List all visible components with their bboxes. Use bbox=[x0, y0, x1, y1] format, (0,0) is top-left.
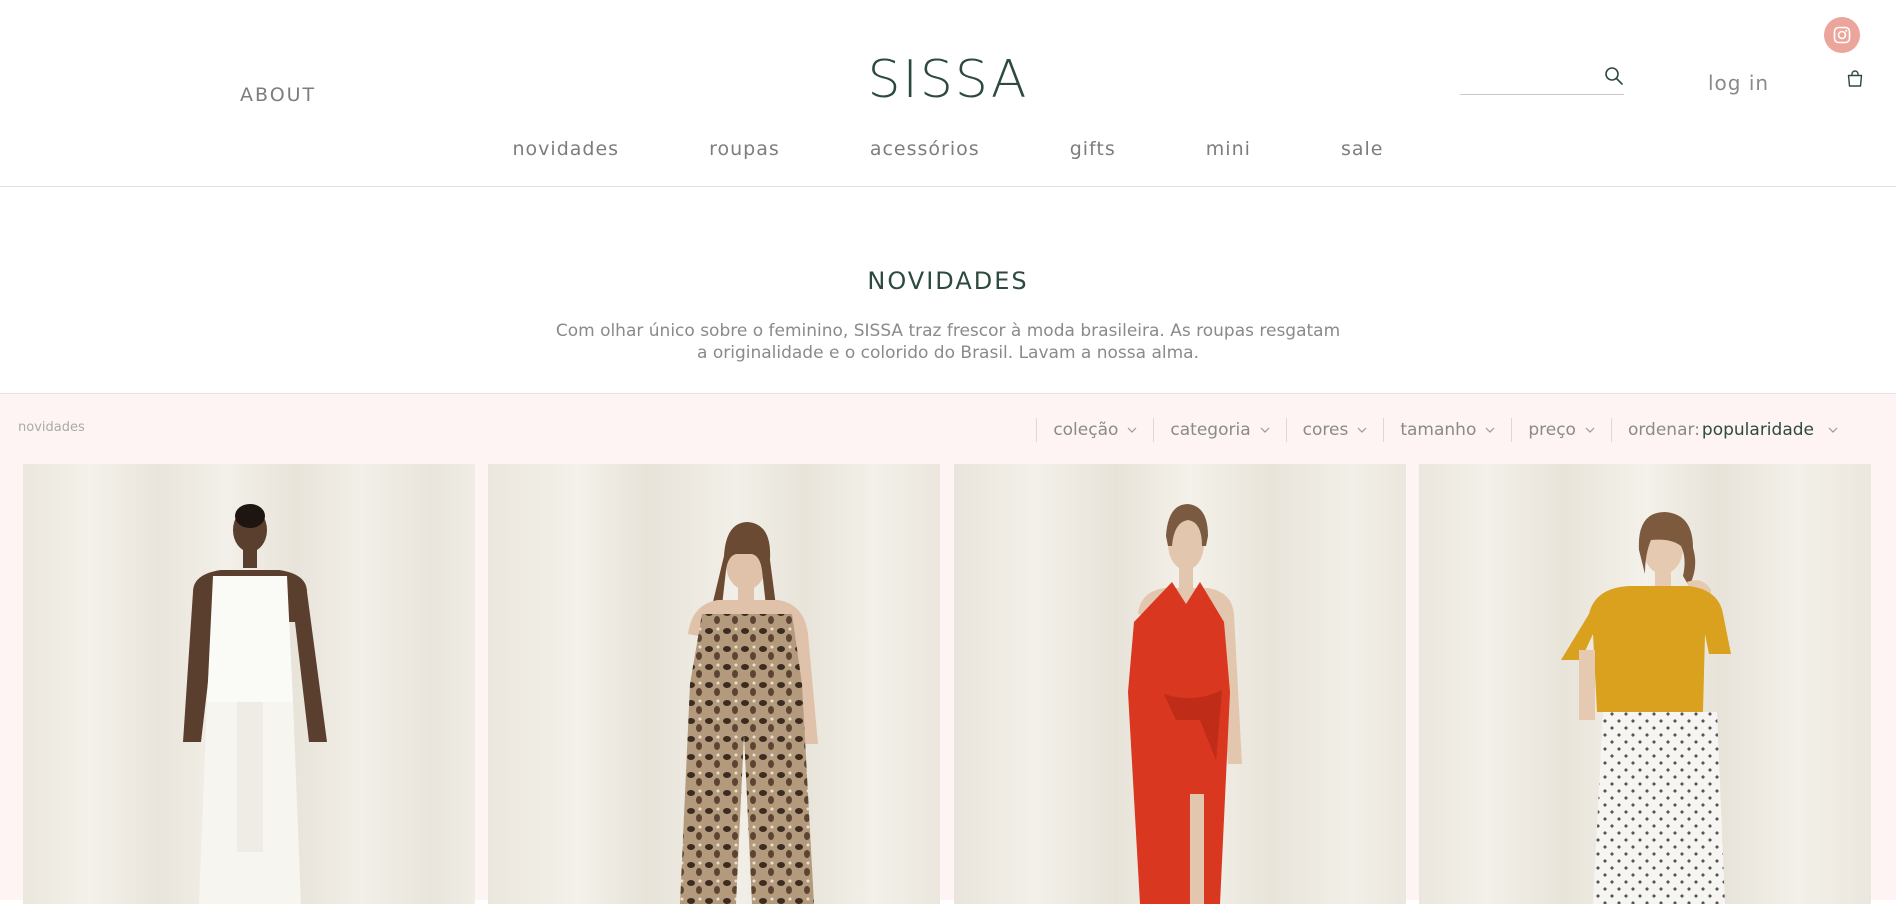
site-header: ABOUT SISSA log in novidades roupas aces… bbox=[0, 0, 1896, 187]
filter-cores[interactable]: cores bbox=[1285, 418, 1384, 442]
category-intro: NOVIDADES Com olhar único sobre o femini… bbox=[0, 187, 1896, 394]
filter-label: preço bbox=[1528, 420, 1576, 440]
sort-label: ordenar: bbox=[1627, 420, 1700, 440]
chevron-down-icon bbox=[1828, 427, 1838, 433]
chevron-down-icon bbox=[1260, 427, 1270, 433]
filter-label: categoria bbox=[1170, 420, 1251, 440]
product-card[interactable] bbox=[1419, 464, 1871, 904]
search-field[interactable] bbox=[1460, 62, 1624, 95]
instagram-button[interactable] bbox=[1824, 17, 1860, 53]
product-card[interactable] bbox=[954, 464, 1406, 904]
main-nav: novidades roupas acessórios gifts mini s… bbox=[0, 138, 1896, 160]
bag-icon[interactable] bbox=[1846, 70, 1864, 88]
page-title: NOVIDADES bbox=[867, 267, 1029, 295]
login-link[interactable]: log in bbox=[1708, 71, 1769, 95]
filter-label: tamanho bbox=[1400, 420, 1477, 440]
nav-item-novidades[interactable]: novidades bbox=[513, 138, 620, 160]
chevron-down-icon bbox=[1485, 427, 1495, 433]
filter-label: coleção bbox=[1053, 420, 1119, 440]
filter-preco[interactable]: preço bbox=[1511, 418, 1611, 442]
nav-item-sale[interactable]: sale bbox=[1341, 138, 1384, 160]
search-icon[interactable] bbox=[1604, 66, 1624, 86]
product-card[interactable] bbox=[23, 464, 475, 904]
chevron-down-icon bbox=[1127, 427, 1137, 433]
instagram-icon bbox=[1833, 26, 1851, 44]
sort-dropdown[interactable]: ordenar: popularidade bbox=[1610, 418, 1854, 442]
filter-tamanho[interactable]: tamanho bbox=[1383, 418, 1511, 442]
nav-item-roupas[interactable]: roupas bbox=[709, 138, 780, 160]
product-image bbox=[488, 464, 940, 904]
page-description: Com olhar único sobre o feminino, SISSA … bbox=[555, 321, 1341, 363]
breadcrumb[interactable]: novidades bbox=[18, 420, 85, 435]
search-input[interactable] bbox=[1460, 62, 1604, 94]
product-card[interactable] bbox=[488, 464, 940, 904]
nav-item-gifts[interactable]: gifts bbox=[1070, 138, 1116, 160]
filter-categoria[interactable]: categoria bbox=[1153, 418, 1285, 442]
product-image bbox=[954, 464, 1406, 904]
sort-value: popularidade bbox=[1701, 420, 1814, 440]
chevron-down-icon bbox=[1357, 427, 1367, 433]
product-catalog: novidades coleção categoria cores tamanh… bbox=[0, 394, 1896, 904]
chevron-down-icon bbox=[1585, 427, 1595, 433]
product-image bbox=[1419, 464, 1871, 904]
filter-colecao[interactable]: coleção bbox=[1036, 418, 1153, 442]
filter-bar: coleção categoria cores tamanho preço or… bbox=[1036, 418, 1854, 442]
product-image bbox=[23, 464, 475, 904]
filter-label: cores bbox=[1302, 420, 1349, 440]
nav-item-acessorios[interactable]: acessórios bbox=[870, 138, 980, 160]
nav-item-mini[interactable]: mini bbox=[1206, 138, 1251, 160]
